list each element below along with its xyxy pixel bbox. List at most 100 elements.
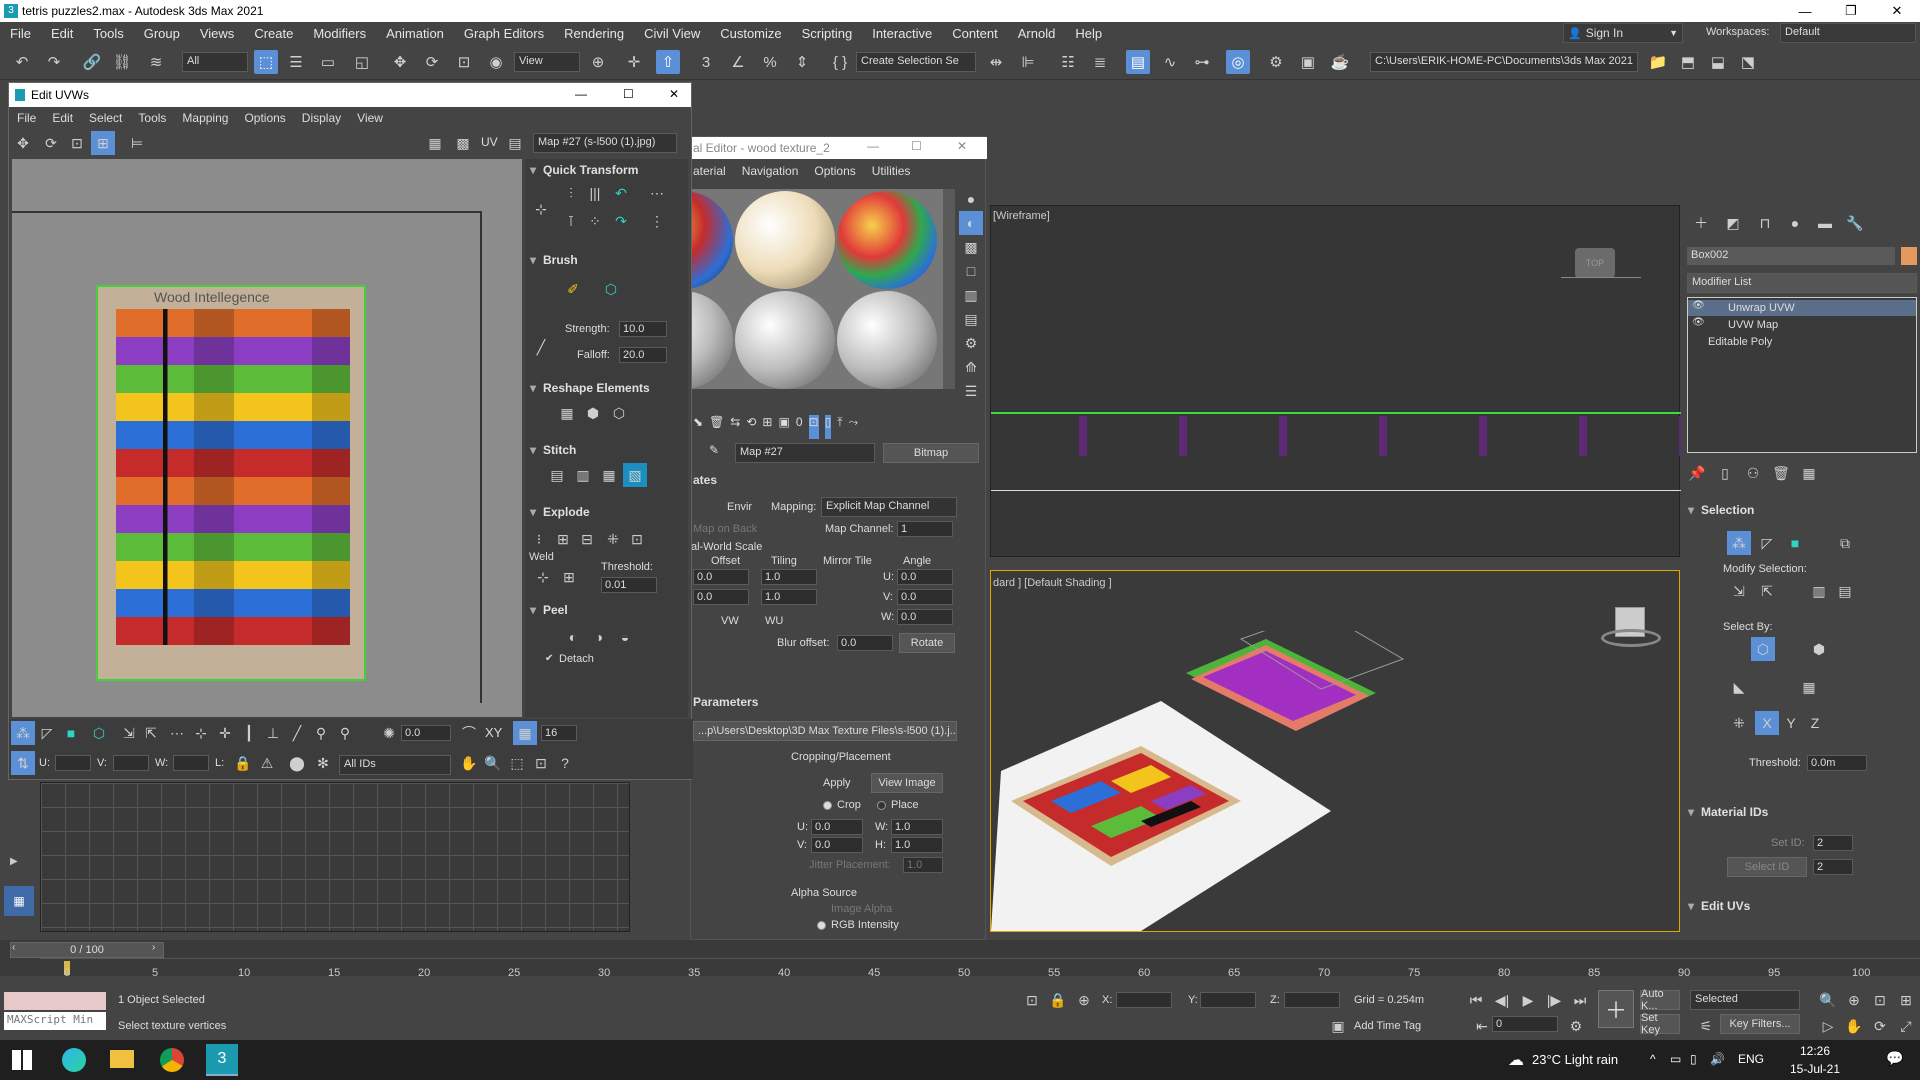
configure-sets-icon[interactable]: ▦	[1797, 461, 1821, 485]
menu-animation[interactable]: Animation	[376, 26, 454, 41]
scale-icon[interactable]: ⊡	[65, 131, 89, 155]
orbit-icon[interactable]: ⟳	[1868, 1014, 1892, 1038]
maximize-button[interactable]: ❐	[1828, 0, 1874, 22]
isolate-selection-icon[interactable]: ⊡	[1020, 988, 1044, 1012]
weld-target-icon[interactable]: ⊞	[557, 565, 581, 589]
falloff-curve-icon[interactable]: ⌒	[457, 721, 481, 745]
backlight-icon[interactable]: ◐	[959, 211, 983, 235]
texture-display-icon[interactable]: ▩	[451, 131, 475, 155]
motion-tab-icon[interactable]: ●	[1783, 211, 1807, 235]
reset-map-icon[interactable]: ⟲	[746, 415, 756, 439]
vertex-mode-icon[interactable]: ⁂	[11, 721, 35, 745]
align-horizontal-icon[interactable]: ⫶	[559, 181, 583, 205]
uv-tiling-icon[interactable]: □	[959, 259, 983, 283]
battery-icon[interactable]: ▯	[1690, 1052, 1697, 1066]
current-frame-field[interactable]: 0	[1492, 1016, 1558, 1032]
menu-file[interactable]: File	[0, 26, 41, 41]
show-shaded-material-icon[interactable]: ⊡	[808, 415, 819, 439]
apply-label[interactable]: Apply	[823, 777, 851, 789]
maxscript-listener[interactable]	[4, 992, 106, 1010]
set-pivot-icon[interactable]: ⊹	[529, 197, 553, 221]
uvw-menu-options[interactable]: Options	[236, 111, 293, 125]
eyedropper-icon[interactable]: ✎	[709, 443, 719, 457]
mat-menu-navigation[interactable]: Navigation	[734, 164, 807, 178]
zoom-all-icon[interactable]: ⊕	[1842, 988, 1866, 1012]
blur-offset-field[interactable]: 0.0	[837, 635, 893, 651]
selection-lock-icon[interactable]: 🔒	[1046, 988, 1070, 1012]
reference-coordinate-dropdown[interactable]: View	[514, 52, 580, 72]
uvw-menu-file[interactable]: File	[9, 111, 44, 125]
menu-customize[interactable]: Customize	[710, 26, 791, 41]
select-by-axis-icon[interactable]: ⁜	[1727, 711, 1751, 735]
viewport-left[interactable]	[40, 782, 630, 932]
bind-spacewarp-icon[interactable]: ≋	[144, 50, 168, 74]
menu-scripting[interactable]: Scripting	[792, 26, 863, 41]
filter-selected-icon[interactable]: ⚠	[255, 751, 279, 775]
eye-icon[interactable]: 👁	[1692, 300, 1705, 311]
menu-group[interactable]: Group	[134, 26, 190, 41]
stitch-source-icon[interactable]: ▥	[571, 463, 595, 487]
make-preview-icon[interactable]: ▤	[959, 307, 983, 331]
peel-mode-icon[interactable]: ◑	[587, 625, 611, 649]
explode-header[interactable]: Explode	[525, 505, 688, 523]
selection-rollout-header[interactable]: Selection	[1683, 503, 1913, 521]
zoom-icon[interactable]: 🔍	[481, 751, 505, 775]
clock-time[interactable]: 12:26	[1800, 1044, 1830, 1058]
curve-editor-icon[interactable]: ∿	[1158, 50, 1182, 74]
select-by-smooth-icon[interactable]: ◣	[1727, 675, 1751, 699]
key-set-dropdown[interactable]: Selected	[1690, 990, 1800, 1010]
brush-size-icon[interactable]: ╱	[529, 335, 553, 359]
reset-peel-icon[interactable]: ◒	[613, 625, 637, 649]
x-coord-field[interactable]	[1116, 992, 1172, 1008]
sample-type-icon[interactable]: ●	[959, 187, 983, 211]
detach-edge-icon[interactable]: ⊞	[551, 527, 575, 551]
track-bar[interactable]: 0 5 10 15 20 25 30 35 40 45 50 55 60 65 …	[40, 958, 1920, 979]
crop-v-field[interactable]: 0.0	[811, 837, 863, 853]
loop-uv-icon[interactable]: ⋯	[165, 721, 189, 745]
key-mode-icon[interactable]: ⇤	[1470, 1014, 1494, 1038]
select-rotate-icon[interactable]: ⟳	[420, 50, 444, 74]
time-tag-icon[interactable]: ▣	[1326, 1014, 1350, 1038]
layer-explorer-icon[interactable]: ≣	[1088, 50, 1112, 74]
key-filters-button[interactable]: Key Filters...	[1720, 1014, 1800, 1034]
align-grid-icon[interactable]: ⁘	[583, 209, 607, 233]
ring-selection-icon[interactable]: ▤	[1833, 579, 1857, 603]
ids-dropdown[interactable]: All IDs	[339, 755, 451, 775]
field-of-view-icon[interactable]: ▷	[1816, 1014, 1840, 1038]
break-icon[interactable]: ⁝	[527, 527, 551, 551]
render-production-icon[interactable]: ☕	[1328, 50, 1352, 74]
sample-slots-scrollbar[interactable]	[943, 189, 955, 389]
time-slider-next[interactable]: ›	[152, 942, 155, 953]
rotate-cw-icon[interactable]: ↷	[609, 209, 633, 233]
get-material-icon[interactable]: ⬊	[693, 415, 703, 439]
bitmap-path-button[interactable]: ...p\Users\Desktop\3D Max Texture Files\…	[693, 721, 957, 741]
clock-date[interactable]: 15-Jul-21	[1790, 1062, 1840, 1076]
background-icon[interactable]: ▩	[959, 235, 983, 259]
flatten-by-smoothing-icon[interactable]: ⊡	[625, 527, 649, 551]
axis-z-icon[interactable]: Z	[1803, 711, 1827, 735]
rotation-angle-icon[interactable]: ✺	[377, 721, 401, 745]
set-id-field[interactable]: 2	[1813, 835, 1853, 851]
file-explorer-icon[interactable]	[110, 1050, 134, 1068]
edge-loop-icon[interactable]: ┃	[237, 721, 261, 745]
mapping-dropdown[interactable]: Explicit Map Channel	[821, 497, 957, 517]
select-by-name-icon[interactable]: ☰	[284, 50, 308, 74]
pivot-center-icon[interactable]: ⊕	[586, 50, 610, 74]
schematic-view-icon[interactable]: ⊶	[1190, 50, 1214, 74]
crop-h-field[interactable]: 1.0	[891, 837, 943, 853]
play-icon[interactable]: ▶	[1516, 988, 1540, 1012]
menu-graph-editors[interactable]: Graph Editors	[454, 26, 554, 41]
menu-interactive[interactable]: Interactive	[862, 26, 942, 41]
checker-pattern-icon[interactable]: ▦	[423, 131, 447, 155]
display-tab-icon[interactable]: ▬	[1813, 211, 1837, 235]
time-slider[interactable]: 0 / 100	[10, 942, 164, 958]
mat-minimize-icon[interactable]: —	[867, 139, 879, 153]
stitch-target-icon[interactable]: ▧	[623, 463, 647, 487]
rectangular-selection-icon[interactable]: ▭	[316, 50, 340, 74]
peel-header[interactable]: Peel	[525, 603, 688, 621]
loop-selection-icon[interactable]: ▥	[1807, 579, 1831, 603]
menu-rendering[interactable]: Rendering	[554, 26, 634, 41]
map-dropdown[interactable]: Map #27 (s-l500 (1).jpg)	[533, 133, 677, 153]
eye-icon[interactable]: 👁	[1692, 317, 1705, 328]
quick-transform-header[interactable]: Quick Transform	[525, 163, 688, 181]
